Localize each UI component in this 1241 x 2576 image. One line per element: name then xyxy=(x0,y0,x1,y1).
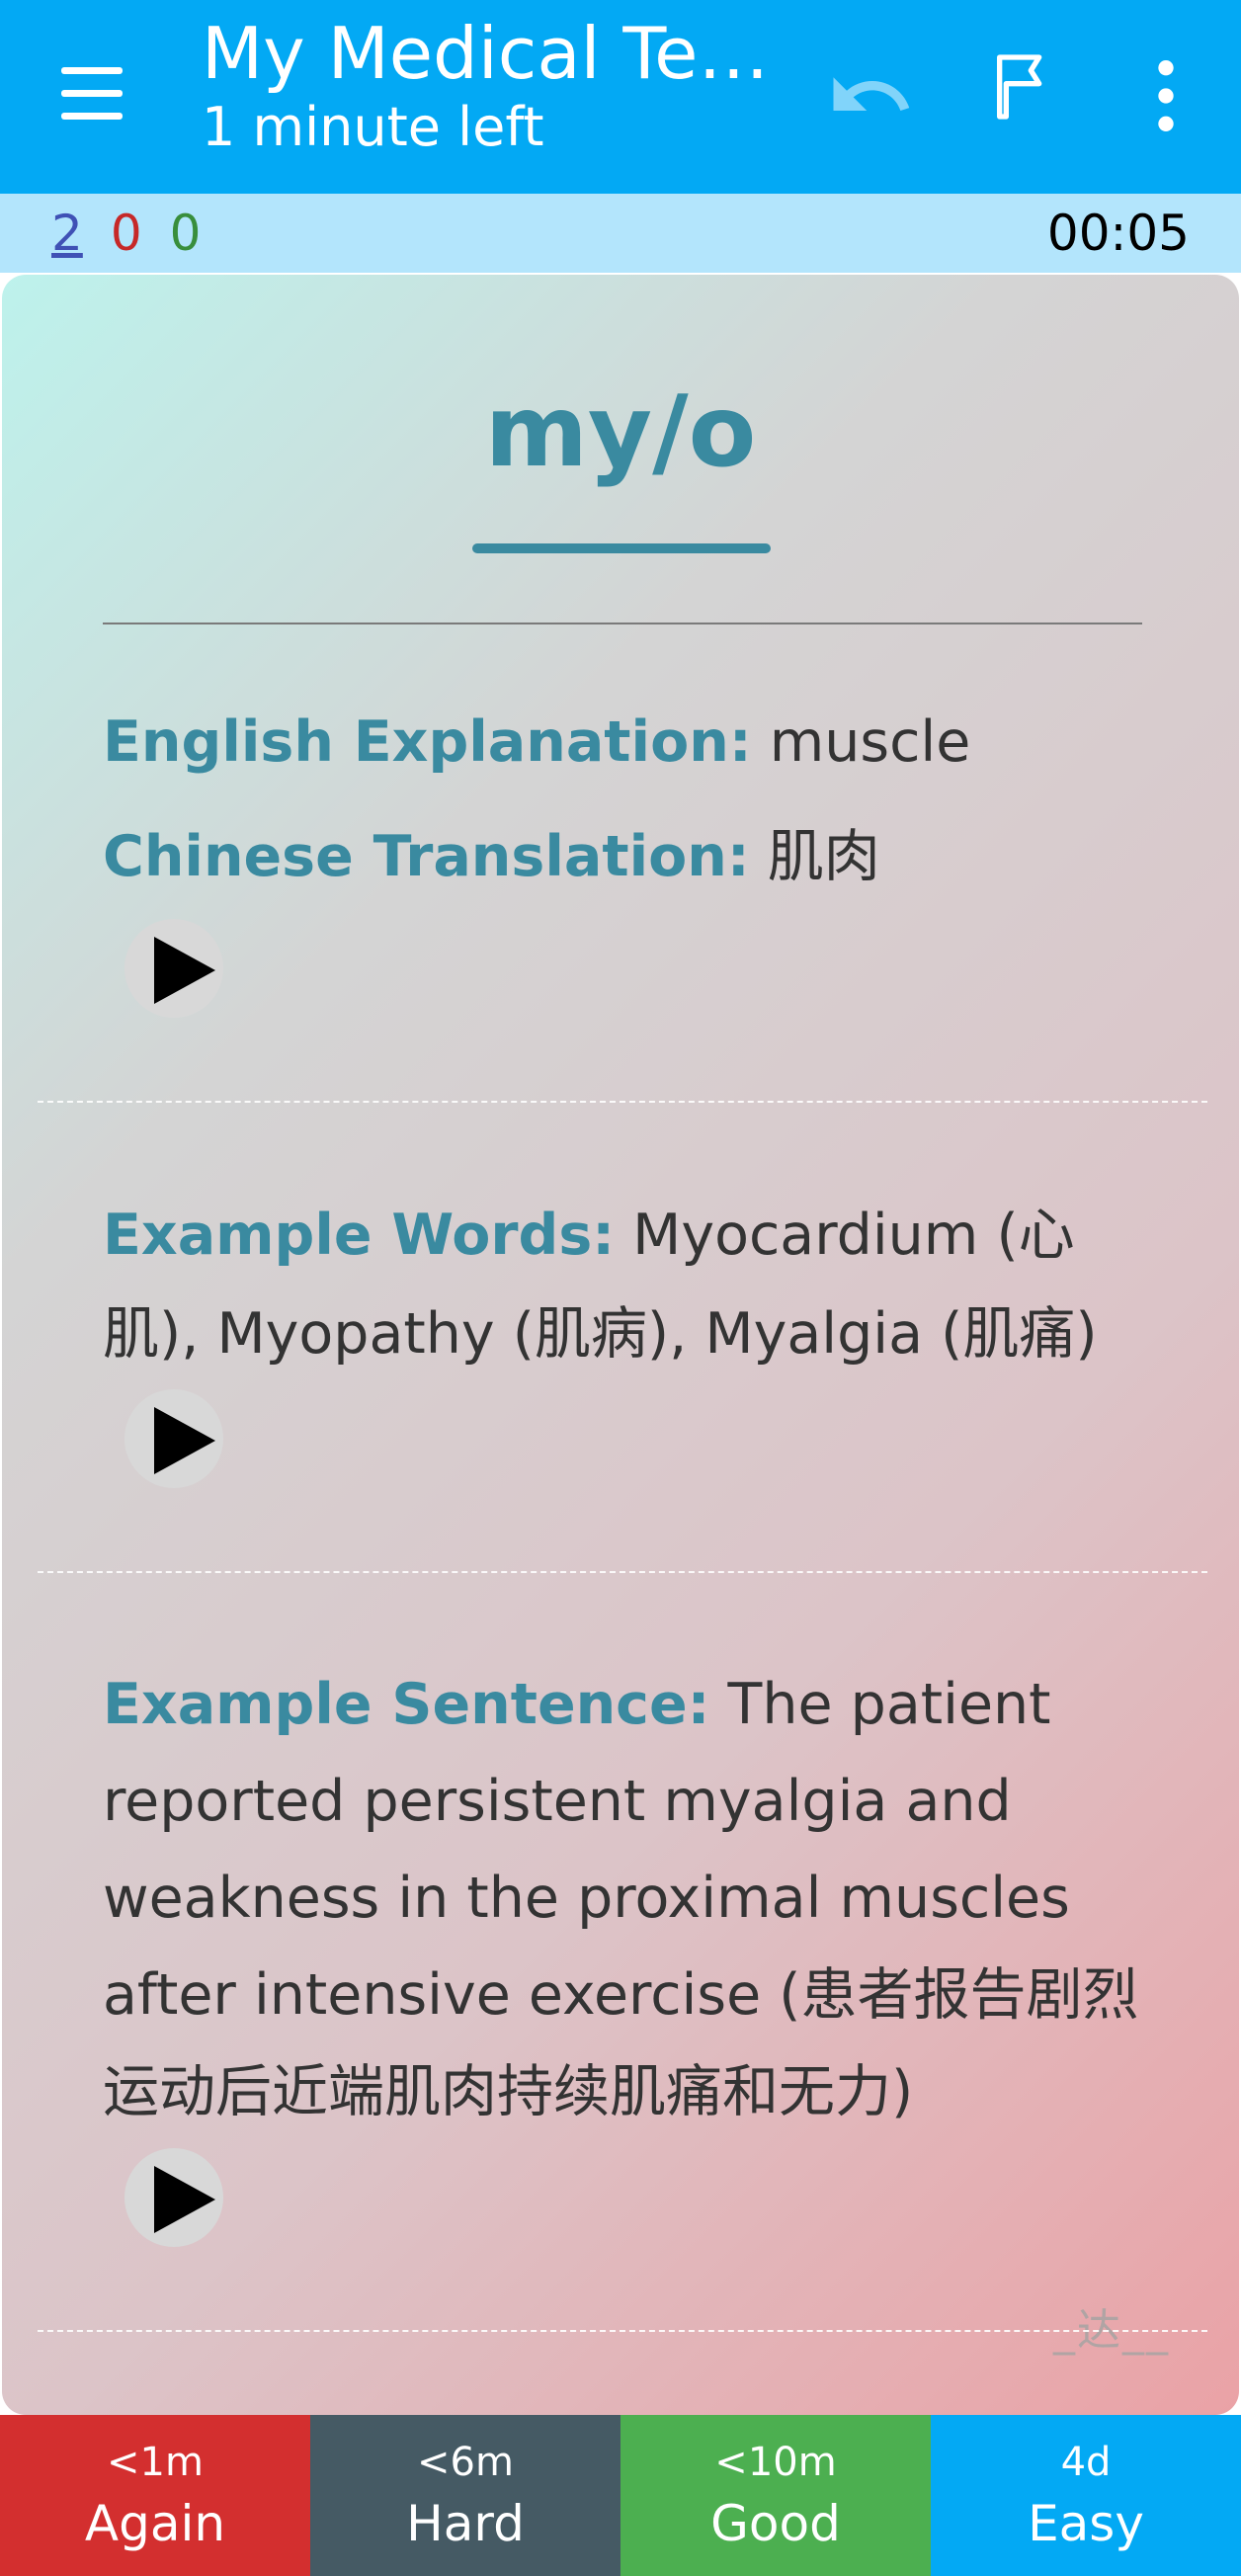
chinese-translation: Chinese Translation: 肌肉 xyxy=(103,811,1150,892)
hard-label: Hard xyxy=(406,2495,525,2552)
example-words: Example Words: Myocardium (心肌), Myopathy… xyxy=(103,1186,1150,1383)
section-divider xyxy=(38,1101,1207,1103)
counts-bar: 200 00:05 xyxy=(0,194,1241,273)
time-left-subtitle: 1 minute left xyxy=(202,96,544,158)
card-counts: 200 xyxy=(51,204,201,263)
easy-label: Easy xyxy=(1028,2495,1144,2552)
card-timer: 00:05 xyxy=(1046,205,1190,262)
more-vert-icon[interactable] xyxy=(1126,51,1205,140)
flashcard[interactable]: my/o English Explanation: muscle Chinese… xyxy=(2,275,1239,2415)
chinese-label: Chinese Translation: xyxy=(103,824,750,889)
app-bar: My Medical Ter… 1 minute left xyxy=(0,0,1241,194)
hard-interval: <6m xyxy=(417,2440,514,2485)
section-divider xyxy=(38,1571,1207,1573)
deck-title: My Medical Ter… xyxy=(202,12,794,95)
example-sentence: Example Sentence: The patient reported p… xyxy=(103,1656,1150,2140)
play-icon[interactable] xyxy=(124,1389,223,1488)
play-icon[interactable] xyxy=(124,919,223,1018)
english-value: muscle xyxy=(751,709,971,775)
example-sentence-label: Example Sentence: xyxy=(103,1672,710,1737)
word-underline xyxy=(472,543,771,553)
new-count: 2 xyxy=(51,205,83,262)
english-explanation: English Explanation: muscle xyxy=(103,709,1150,775)
review-count: 0 xyxy=(169,205,202,262)
again-label: Again xyxy=(84,2495,226,2552)
section-divider xyxy=(38,2330,1207,2332)
card-divider xyxy=(103,623,1142,624)
easy-button[interactable]: 4d Easy xyxy=(931,2415,1241,2576)
easy-interval: 4d xyxy=(1060,2440,1112,2485)
answer-buttons: <1m Again <6m Hard <10m Good 4d Easy xyxy=(0,2415,1241,2576)
play-icon[interactable] xyxy=(124,2148,223,2247)
card-word: my/o xyxy=(484,374,757,489)
learning-count: 0 xyxy=(110,205,142,262)
flag-icon[interactable] xyxy=(983,47,1072,136)
again-interval: <1m xyxy=(107,2440,204,2485)
example-sentence-value: The patient reported persistent myalgia … xyxy=(103,1672,1139,2124)
good-button[interactable]: <10m Good xyxy=(620,2415,931,2576)
chinese-value: 肌肉 xyxy=(749,824,880,889)
good-interval: <10m xyxy=(714,2440,837,2485)
example-words-label: Example Words: xyxy=(103,1203,616,1268)
title-group: My Medical Ter… 1 minute left xyxy=(202,10,794,158)
undo-icon[interactable] xyxy=(826,51,915,140)
again-button[interactable]: <1m Again xyxy=(0,2415,310,2576)
english-label: English Explanation: xyxy=(103,709,752,775)
signature-mark: _达__ xyxy=(1053,2305,1170,2356)
good-label: Good xyxy=(710,2495,841,2552)
menu-icon[interactable] xyxy=(49,51,138,140)
hard-button[interactable]: <6m Hard xyxy=(310,2415,620,2576)
